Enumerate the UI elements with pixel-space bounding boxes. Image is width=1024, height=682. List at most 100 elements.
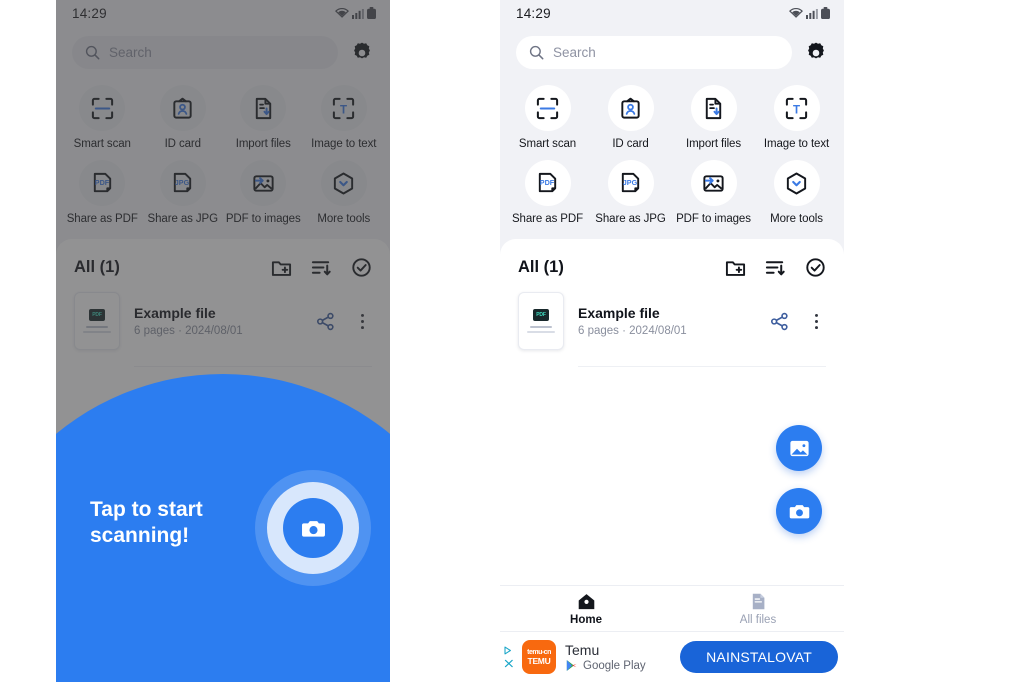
adchoices-icon[interactable] xyxy=(504,646,515,655)
files-header: All (1) xyxy=(56,239,390,278)
search-row: Search xyxy=(56,36,390,69)
search-row: Search xyxy=(500,36,844,69)
search-input[interactable]: Search xyxy=(72,36,338,69)
share-icon[interactable] xyxy=(770,312,789,331)
tool-label: More tools xyxy=(317,213,371,225)
svg-text:T: T xyxy=(793,104,800,116)
pdf-to-images-icon xyxy=(240,160,287,206)
tool-more-tools[interactable]: More tools xyxy=(755,160,838,225)
status-bar: 14:29 xyxy=(500,0,844,26)
tool-import-files[interactable]: Import files xyxy=(223,85,304,150)
search-input[interactable]: Search xyxy=(516,36,792,69)
tool-share-as-pdf[interactable]: PDF Share as PDF xyxy=(506,160,589,225)
files-actions xyxy=(725,257,826,278)
ad-banner: temu-cn TEMU Temu Google Play NAINSTALOV… xyxy=(500,631,844,682)
select-icon[interactable] xyxy=(351,257,372,278)
thumb-line xyxy=(530,326,552,329)
tool-share-as-jpg[interactable]: JPG Share as JPG xyxy=(589,160,672,225)
tool-label: More tools xyxy=(770,213,823,225)
search-placeholder: Search xyxy=(553,45,596,60)
gear-icon[interactable] xyxy=(350,41,374,65)
thumb-line xyxy=(86,326,108,329)
share-as-pdf-icon: PDF xyxy=(79,160,126,206)
smart-scan-icon xyxy=(79,85,126,131)
tool-label: ID card xyxy=(612,138,649,150)
file-info: Example file 6 pages · 2024/08/01 xyxy=(578,305,770,337)
bottom-navigation: Home All files xyxy=(500,585,844,631)
tool-pdf-to-images[interactable]: PDF to images xyxy=(223,160,304,225)
thumb-pdf-badge: PDF xyxy=(533,309,549,322)
files-title: All (1) xyxy=(74,258,120,276)
svg-text:JPG: JPG xyxy=(623,177,638,186)
tool-label: PDF to images xyxy=(676,213,751,225)
ripple-core xyxy=(283,498,343,558)
tool-label: Smart scan xyxy=(518,138,577,150)
new-folder-icon[interactable] xyxy=(725,257,746,278)
nav-label: All files xyxy=(739,613,777,626)
sort-icon[interactable] xyxy=(311,257,332,278)
tool-id-card[interactable]: ID card xyxy=(143,85,224,150)
gallery-fab[interactable] xyxy=(776,425,822,471)
ad-marks xyxy=(504,646,515,668)
nav-item-all-files[interactable]: All files xyxy=(672,592,844,626)
tool-share-as-jpg[interactable]: JPG Share as JPG xyxy=(143,160,224,225)
search-icon xyxy=(529,45,544,60)
search-icon xyxy=(85,45,100,60)
close-icon[interactable] xyxy=(504,659,515,668)
screenshot-stage: 14:29 Search Smart scan ID card Import f… xyxy=(0,0,1024,682)
tool-import-files[interactable]: Import files xyxy=(672,85,755,150)
gear-icon[interactable] xyxy=(804,41,828,65)
file-name: Example file xyxy=(134,305,216,321)
more-tools-icon xyxy=(320,160,367,206)
tool-label: Share as JPG xyxy=(595,213,666,225)
tool-label: Share as PDF xyxy=(66,213,138,225)
thumb-pdf-badge: PDF xyxy=(89,309,105,322)
nav-item-home[interactable]: Home xyxy=(500,592,672,626)
more-vertical-icon[interactable] xyxy=(807,312,826,331)
more-tools-icon xyxy=(773,160,820,206)
camera-icon xyxy=(789,504,809,518)
tool-label: Share as JPG xyxy=(147,213,218,225)
file-info: Example file 6 pages · 2024/08/01 xyxy=(134,305,316,337)
tool-smart-scan[interactable]: Smart scan xyxy=(62,85,143,150)
select-icon[interactable] xyxy=(805,257,826,278)
tool-image-to-text[interactable]: T Image to text xyxy=(304,85,385,150)
more-vertical-icon[interactable] xyxy=(353,312,372,331)
new-folder-icon[interactable] xyxy=(271,257,292,278)
status-icons xyxy=(335,7,376,19)
table-row[interactable]: PDF Example file 6 pages · 2024/08/01 xyxy=(56,278,390,350)
tool-id-card[interactable]: ID card xyxy=(589,85,672,150)
status-time: 14:29 xyxy=(516,5,551,21)
file-meta: 6 pages · 2024/08/01 xyxy=(578,325,687,337)
ad-logo[interactable]: temu-cn TEMU xyxy=(522,640,556,674)
wifi-icon xyxy=(335,8,349,18)
tool-image-to-text[interactable]: T Image to text xyxy=(755,85,838,150)
svg-text:PDF: PDF xyxy=(540,177,555,186)
wifi-icon xyxy=(789,8,803,18)
tool-label: Image to text xyxy=(311,138,377,150)
tool-smart-scan[interactable]: Smart scan xyxy=(506,85,589,150)
camera-fab[interactable] xyxy=(776,488,822,534)
coach-camera-button[interactable] xyxy=(255,470,371,586)
coach-text: Tap to start scanning! xyxy=(90,497,203,548)
coach-line-2: scanning! xyxy=(90,523,190,547)
signal-icon xyxy=(352,8,364,19)
tool-label: Import files xyxy=(685,138,742,150)
file-actions xyxy=(770,312,826,331)
pdf-to-images-icon xyxy=(690,160,737,206)
ad-logo-top: temu-cn xyxy=(527,648,551,656)
share-icon[interactable] xyxy=(316,312,335,331)
coach-line-1: Tap to start xyxy=(90,498,203,521)
tool-label: Import files xyxy=(235,138,291,150)
install-button[interactable]: NAINSTALOVAT xyxy=(680,641,838,673)
tools-panel: Search Smart scan ID card Import files T… xyxy=(56,26,390,239)
status-icons xyxy=(789,7,830,19)
tool-pdf-to-images[interactable]: PDF to images xyxy=(672,160,755,225)
tool-share-as-pdf[interactable]: PDF Share as PDF xyxy=(62,160,143,225)
phone-screen-right: 14:29 Search Smart scan ID card Import f… xyxy=(500,0,844,682)
files-section: All (1) PDF Example file 6 pages · 2024/… xyxy=(500,239,844,585)
tool-more-tools[interactable]: More tools xyxy=(304,160,385,225)
tools-grid: Smart scan ID card Import files T Image … xyxy=(500,85,844,225)
table-row[interactable]: PDF Example file 6 pages · 2024/08/01 xyxy=(500,278,844,350)
sort-icon[interactable] xyxy=(765,257,786,278)
